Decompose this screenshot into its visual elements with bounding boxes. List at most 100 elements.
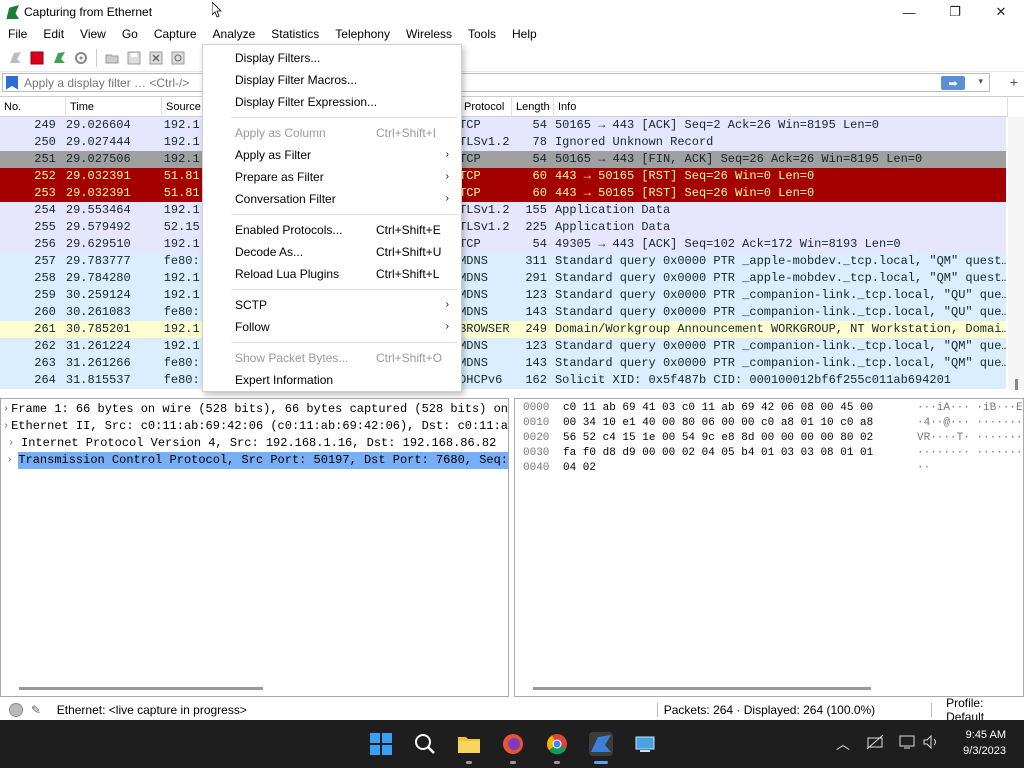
detail-tree-item[interactable]: › Transmission Control Protocol, Src Port… <box>1 452 508 469</box>
submenu-chevron-right-icon: › <box>445 149 449 160</box>
packet-row[interactable]: 250 29.027444 192.1 TLSv1.2 78 Ignored Unknow… <box>0 134 1006 151</box>
menu-help[interactable]: Help <box>504 24 545 44</box>
column-header-length[interactable]: Length <box>512 97 554 117</box>
detail-tree-item[interactable]: › Frame 1: 66 bytes on wire (528 bits), 6… <box>1 401 508 418</box>
menu-file[interactable]: File <box>0 24 35 44</box>
firefox-icon[interactable] <box>501 732 525 756</box>
display-filter-input[interactable] <box>24 75 924 90</box>
menu-item-sctp[interactable]: SCTP › <box>203 294 461 316</box>
packet-row[interactable]: 259 30.259124 192.1 MDNS 123 Standard query 0… <box>0 287 1006 304</box>
column-header-no[interactable]: No. <box>0 97 66 117</box>
packet-row[interactable]: 255 29.579492 52.15 TLSv1.2 225 Application D… <box>0 219 1006 236</box>
menu-item-display-filter-macros[interactable]: Display Filter Macros... <box>203 69 461 91</box>
column-header-time[interactable]: Time <box>66 97 162 117</box>
search-icon[interactable] <box>413 732 437 756</box>
menu-tools[interactable]: Tools <box>460 24 504 44</box>
packet-time-cell: 29.032391 <box>65 169 131 183</box>
capture-comment-pencil-icon[interactable]: ✎ <box>31 703 45 717</box>
bytes-horizontal-scroll-thumb[interactable] <box>533 687 871 690</box>
show-hidden-icons-chevron-up-icon[interactable]: ︿ <box>836 734 850 754</box>
menu-analyze[interactable]: Analyze <box>204 24 264 44</box>
close-file-icon[interactable] <box>147 49 165 67</box>
packet-row[interactable]: 256 29.629510 192.1 TCP 54 49305 → 443 [ACK] … <box>0 236 1006 253</box>
filter-history-chevron-down-icon[interactable]: ▾ <box>978 76 983 87</box>
open-file-icon[interactable] <box>103 49 121 67</box>
packet-row[interactable]: 261 30.785201 192.1 BROWSER 249 Domain/Workgr… <box>0 321 1006 338</box>
capture-options-icon[interactable] <box>72 49 90 67</box>
menu-statistics[interactable]: Statistics <box>263 24 327 44</box>
packet-row[interactable]: 257 29.783777 fe80: MDNS 311 Standard query 0… <box>0 253 1006 270</box>
menu-item-prepare-as-filter[interactable]: Prepare as Filter › <box>203 166 461 188</box>
menu-item-follow[interactable]: Follow › <box>203 316 461 338</box>
packet-list-scroll-thumb[interactable] <box>1015 379 1018 390</box>
menu-item-show-packet-bytes: Show Packet Bytes... Ctrl+Shift+O <box>203 347 461 369</box>
packet-row[interactable]: 249 29.026604 192.1 TCP 54 50165 → 443 [ACK] … <box>0 117 1006 134</box>
menu-item-expert-information[interactable]: Expert Information <box>203 369 461 391</box>
bytes-row[interactable]: 0010 00 34 10 e1 40 00 80 06 00 00 c0 a8 … <box>515 416 1023 431</box>
remote-desktop-icon[interactable] <box>633 732 657 756</box>
packet-protocol-cell: TLSv1.2 <box>459 220 509 234</box>
expand-chevron-right-icon[interactable]: › <box>1 452 18 469</box>
packet-row[interactable]: 252 29.032391 51.81 TCP 60 443 → 50165 [RST] … <box>0 168 1006 185</box>
wireshark-taskbar-icon[interactable] <box>589 732 613 756</box>
menu-wireless[interactable]: Wireless <box>398 24 460 44</box>
bytes-row[interactable]: 0040 04 02 ·· <box>515 461 1023 476</box>
packet-row[interactable]: 260 30.261083 fe80: MDNS 143 Standard query 0… <box>0 304 1006 321</box>
menu-item-reload-lua-plugins[interactable]: Reload Lua Plugins Ctrl+Shift+L <box>203 263 461 285</box>
menu-item-enabled-protocols[interactable]: Enabled Protocols... Ctrl+Shift+E <box>203 219 461 241</box>
start-capture-icon[interactable] <box>6 49 24 67</box>
bytes-row[interactable]: 0000 c0 11 ab 69 41 03 c0 11 ab 69 42 06 … <box>515 401 1023 416</box>
menu-item-display-filters[interactable]: Display Filters... <box>203 47 461 69</box>
packet-info-cell: Ignored Unknown Record <box>554 135 714 149</box>
menu-item-decode-as[interactable]: Decode As... Ctrl+Shift+U <box>203 241 461 263</box>
expand-chevron-right-icon[interactable]: › <box>1 435 21 452</box>
detail-tree-item[interactable]: › Internet Protocol Version 4, Src: 192.1… <box>1 435 508 452</box>
packet-row[interactable]: 254 29.553464 192.1 TLSv1.2 155 Application D… <box>0 202 1006 219</box>
maximize-button[interactable]: ❐ <box>932 0 978 24</box>
restart-capture-icon[interactable] <box>50 49 68 67</box>
volume-icon[interactable] <box>922 734 940 753</box>
packet-info-cell: Standard query 0x0000 PTR _apple-mobdev.… <box>554 254 1006 268</box>
menu-go[interactable]: Go <box>114 24 146 44</box>
menu-telephony[interactable]: Telephony <box>327 24 398 44</box>
menu-edit[interactable]: Edit <box>35 24 72 44</box>
bytes-row[interactable]: 0030 fa f0 d8 d9 00 00 02 04 05 b4 01 03 … <box>515 446 1023 461</box>
apply-filter-arrow-icon[interactable]: ➡ <box>941 76 965 90</box>
display-icon[interactable] <box>898 734 916 753</box>
detail-tree-item[interactable]: › Ethernet II, Src: c0:11:ab:69:42:06 (c0… <box>1 418 508 435</box>
windows-start-icon[interactable] <box>369 732 393 756</box>
column-header-protocol[interactable]: Protocol <box>460 97 512 117</box>
taskbar-clock[interactable]: 9:45 AM 9/3/2023 <box>963 727 1006 759</box>
status-capture-text: Ethernet: <live capture in progress> <box>56 703 247 717</box>
packet-row[interactable]: 258 29.784280 192.1 MDNS 291 Standard query 0… <box>0 270 1006 287</box>
packet-list-scrollbar[interactable] <box>1008 117 1024 390</box>
column-header-info[interactable]: Info <box>554 97 1008 117</box>
details-horizontal-scroll-thumb[interactable] <box>19 687 263 690</box>
add-filter-button-plus-icon[interactable]: + <box>1010 74 1018 90</box>
file-explorer-icon[interactable] <box>457 732 481 756</box>
filter-bookmark-icon[interactable] <box>6 75 18 90</box>
chrome-icon[interactable] <box>545 732 569 756</box>
packet-row[interactable]: 251 29.027506 192.1 TCP 54 50165 → 443 [FIN, … <box>0 151 1006 168</box>
reload-file-icon[interactable] <box>169 49 187 67</box>
expand-chevron-right-icon[interactable]: › <box>1 418 11 435</box>
packet-row[interactable]: 253 29.032391 51.81 TCP 60 443 → 50165 [RST] … <box>0 185 1006 202</box>
save-file-icon[interactable] <box>125 49 143 67</box>
packet-row[interactable]: 263 31.261266 fe80: MDNS 143 Standard query 0… <box>0 355 1006 372</box>
bytes-hex: 56 52 c4 15 1e 00 54 9c e8 8d 00 00 00 0… <box>563 432 874 444</box>
menu-view[interactable]: View <box>72 24 114 44</box>
menu-item-apply-as-filter[interactable]: Apply as Filter › <box>203 144 461 166</box>
menu-item-conversation-filter[interactable]: Conversation Filter › <box>203 188 461 210</box>
network-icon[interactable] <box>866 734 884 753</box>
packet-row[interactable]: 262 31.261224 192.1 MDNS 123 Standard query 0… <box>0 338 1006 355</box>
close-button[interactable]: ✕ <box>978 0 1024 24</box>
menu-capture[interactable]: Capture <box>146 24 205 44</box>
packet-row[interactable]: 264 31.815537 fe80: DHCPv6 162 Solicit XID: 0… <box>0 372 1006 389</box>
expert-info-status-icon[interactable] <box>9 703 23 717</box>
menu-item-display-filter-expression[interactable]: Display Filter Expression... <box>203 91 461 113</box>
packet-protocol-cell: MDNS <box>459 305 488 319</box>
bytes-row[interactable]: 0020 56 52 c4 15 1e 00 54 9c e8 8d 00 00 … <box>515 431 1023 446</box>
stop-capture-icon[interactable] <box>28 49 46 67</box>
minimize-button[interactable]: — <box>886 0 932 24</box>
expand-chevron-right-icon[interactable]: › <box>1 401 11 418</box>
